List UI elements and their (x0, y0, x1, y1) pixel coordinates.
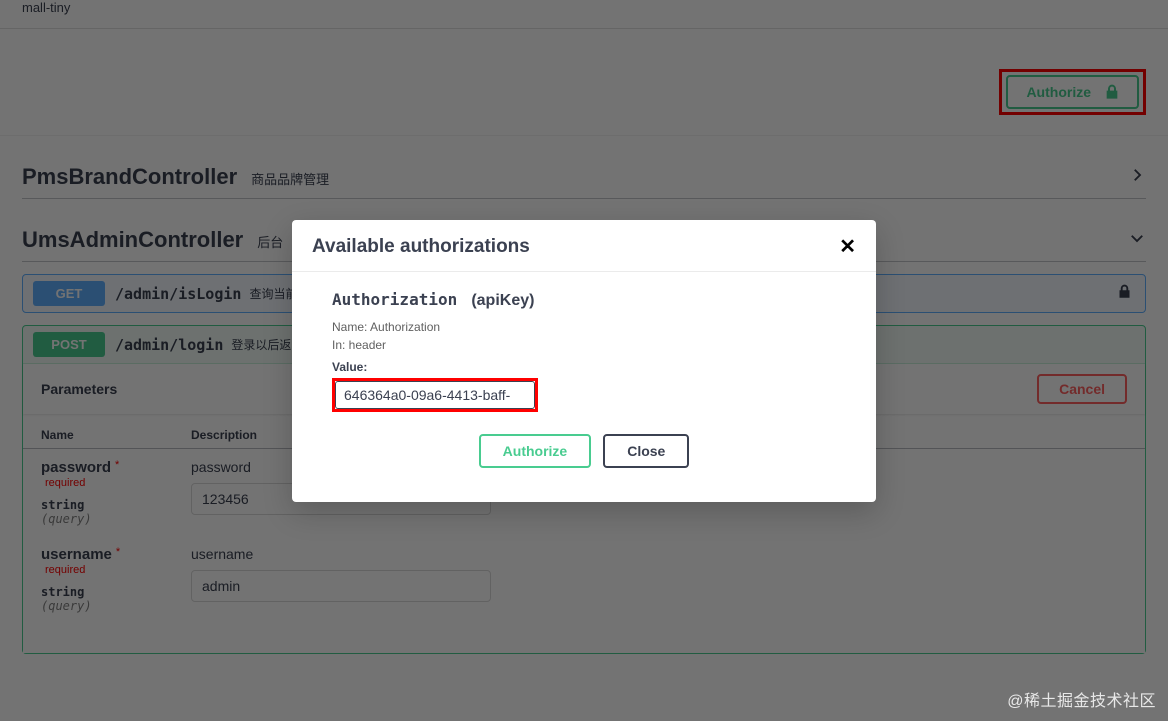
auth-name: Authorization (332, 290, 457, 309)
auth-in-line: In: header (332, 336, 836, 354)
modal-title: Available authorizations (312, 236, 530, 258)
close-icon[interactable]: ✕ (839, 234, 856, 259)
authorizations-modal: Available authorizations ✕ Authorization… (292, 220, 876, 502)
auth-value-input[interactable] (335, 381, 535, 409)
modal-close-button[interactable]: Close (603, 434, 689, 468)
value-highlight (332, 378, 538, 412)
modal-overlay[interactable]: Available authorizations ✕ Authorization… (0, 0, 1168, 721)
modal-authorize-button[interactable]: Authorize (479, 434, 592, 468)
watermark: @稀土掘金技术社区 (1007, 687, 1156, 711)
auth-scheme-type: (apiKey) (471, 292, 534, 309)
auth-name-line: Name: Authorization (332, 318, 836, 336)
auth-heading: Authorization (apiKey) (332, 290, 836, 310)
value-label: Value: (332, 360, 836, 374)
